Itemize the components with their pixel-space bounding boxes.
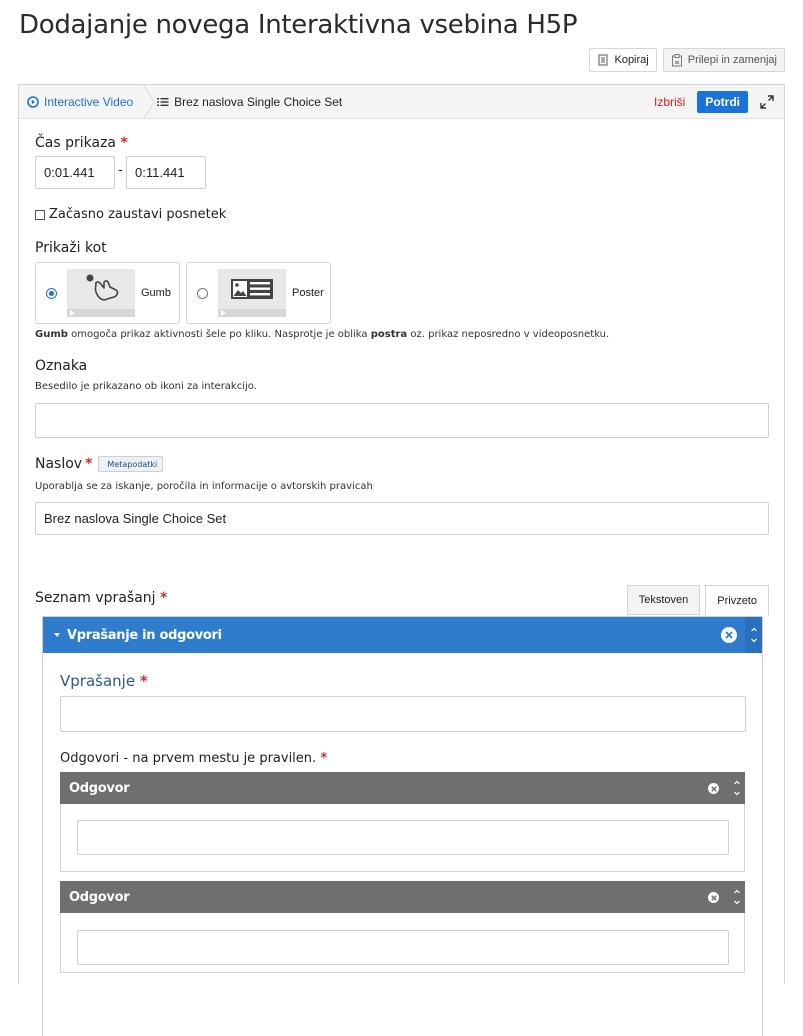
naslov-label: Naslov [35, 456, 83, 472]
delete-button[interactable]: Izbriši [654, 95, 685, 109]
preview-timeline [218, 309, 286, 317]
chevron-up-down-icon[interactable] [733, 887, 741, 907]
confirm-button[interactable]: Potrdi [697, 91, 748, 113]
paste-label: Prilepi in zamenjaj [687, 54, 777, 66]
oznaka-description: Besedilo je prikazano ob ikoni za intera… [35, 381, 257, 392]
fullscreen-icon[interactable] [760, 95, 774, 109]
required-marker: * [85, 456, 93, 472]
breadcrumb-current-label: Brez naslova Single Choice Set [174, 94, 343, 109]
required-marker: * [120, 135, 128, 151]
pause-label: Začasno zaustavi posnetek [49, 207, 227, 222]
poster-preview-thumbnail [218, 269, 286, 317]
option-label-poster: Poster [292, 287, 324, 299]
answer-2-header[interactable]: Odgovor [60, 881, 745, 913]
button-preview-thumbnail [67, 269, 135, 317]
breadcrumb-root[interactable]: Interactive Video [19, 85, 143, 118]
preview-timeline [67, 309, 135, 317]
naslov-description: Uporablja se za iskanje, poročila in inf… [35, 481, 373, 492]
pause-video-option[interactable]: Začasno zaustavi posnetek [35, 207, 226, 222]
answer-2-title: Odgovor [69, 889, 130, 905]
page-title: Dodajanje novega Interaktivna vsebina H5… [19, 10, 578, 40]
question-group-header[interactable]: Vprašanje in odgovori [43, 617, 762, 653]
answers-label: Odgovori - na prvem mestu je pravilen. * [60, 751, 328, 766]
oznaka-label: Oznaka [35, 358, 88, 374]
naslov-input[interactable]: Brez naslova Single Choice Set [35, 502, 769, 535]
display-as-label: Prikaži kot [35, 240, 107, 256]
answer-reorder-arrows[interactable] [728, 772, 745, 804]
copy-button[interactable]: Kopiraj [589, 48, 657, 72]
radio-button-gumb[interactable] [46, 288, 57, 299]
remove-answer-icon[interactable] [708, 892, 719, 903]
start-time-input[interactable]: 0:01.441 [35, 156, 115, 189]
required-marker: * [139, 672, 148, 690]
copy-paste-bar: Kopiraj Prilepi in zamenjaj [589, 48, 785, 72]
editor-topbar: Interactive Video Brez naslova Single Ch… [19, 84, 784, 119]
question-group: Vprašanje in odgovori Vprašanje * Odgovo… [42, 616, 763, 1036]
answer-1-body [60, 804, 745, 872]
question-field-label: Vprašanje * [60, 672, 148, 690]
question-list-label: Seznam vprašanj * [35, 590, 168, 606]
answer-1-title: Odgovor [69, 780, 130, 796]
metadata-button[interactable]: Metapodatki [98, 456, 164, 472]
radio-button-poster[interactable] [197, 288, 208, 299]
topbar-actions: Izbriši Potrdi [654, 91, 774, 113]
answer-reorder-arrows[interactable] [728, 881, 745, 913]
list-icon [157, 97, 169, 106]
answer-2-body [60, 913, 745, 973]
breadcrumb-separator [143, 84, 155, 119]
option-label-gumb: Gumb [141, 287, 171, 299]
play-circle-icon [27, 95, 39, 108]
tab-privzeto[interactable]: Privzeto [705, 585, 769, 616]
required-marker: * [320, 751, 328, 766]
chevron-up-down-icon[interactable] [733, 778, 741, 798]
naslov-label-row: Naslov * Metapodatki [35, 456, 164, 472]
question-group-title: Vprašanje in odgovori [67, 627, 222, 643]
collapse-caret-icon[interactable] [54, 633, 60, 637]
h5p-editor: Interactive Video Brez naslova Single Ch… [18, 84, 785, 1036]
answer-1-header[interactable]: Odgovor [60, 772, 745, 804]
poster-icon [231, 279, 273, 299]
question-input[interactable] [60, 696, 746, 732]
pause-checkbox[interactable] [35, 209, 45, 220]
display-as-help: Gumb omogoča prikaz aktivnosti šele po k… [35, 329, 610, 340]
remove-group-icon[interactable] [721, 627, 737, 643]
copy-label: Kopiraj [614, 54, 649, 66]
breadcrumb-root-label: Interactive Video [44, 94, 134, 109]
copy-icon [598, 54, 608, 65]
hand-pointer-icon [86, 274, 119, 301]
tab-tekstoven[interactable]: Tekstoven [626, 585, 701, 615]
breadcrumb-current: Brez naslova Single Choice Set [155, 95, 342, 109]
question-list-tabs: Tekstoven Privzeto [626, 585, 769, 616]
paste-replace-button[interactable]: Prilepi in zamenjaj [662, 48, 785, 72]
remove-answer-icon[interactable] [708, 783, 719, 794]
oznaka-input[interactable] [35, 403, 769, 438]
time-separator: - [118, 163, 123, 178]
chevron-up-down-icon[interactable] [750, 625, 758, 645]
end-time-input[interactable]: 0:11.441 [126, 156, 206, 189]
display-as-button-option[interactable]: Gumb [35, 262, 180, 324]
display-as-poster-option[interactable]: Poster [186, 262, 331, 324]
answer-2-input[interactable] [77, 930, 729, 965]
required-marker: * [159, 590, 168, 606]
display-time-label: Čas prikaza * [35, 135, 128, 151]
metadata-label: Metapodatki [107, 459, 158, 469]
paste-icon [671, 53, 682, 66]
answer-1-input[interactable] [77, 820, 729, 855]
reorder-arrows[interactable] [745, 617, 762, 653]
